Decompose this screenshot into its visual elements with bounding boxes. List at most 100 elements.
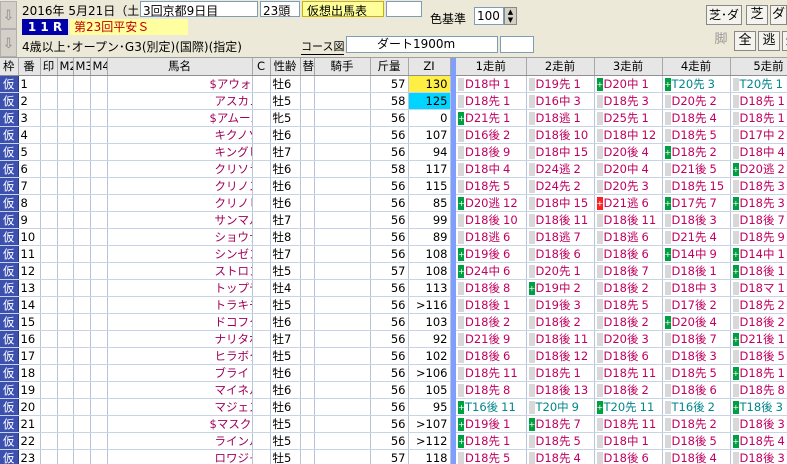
past-race-5[interactable]: D18先 3 — [730, 177, 787, 195]
col-jockey[interactable]: 騎手 — [314, 58, 371, 76]
past-race-4[interactable]: D20先 2 — [662, 92, 731, 110]
horse-name-text[interactable]: $アウォーディー — [110, 77, 252, 91]
waku-cell[interactable]: 仮 — [0, 381, 19, 399]
past-race-2[interactable]: D18後 6 — [526, 245, 595, 263]
past-race-3[interactable]: D18後 6 — [594, 449, 663, 464]
waku-cell[interactable]: 仮 — [0, 75, 19, 93]
turf-dirt-button[interactable]: 芝･ダ — [706, 5, 742, 25]
m2-cell[interactable] — [57, 330, 74, 348]
mark-cell[interactable] — [40, 398, 58, 416]
past-race-1[interactable]: D18中 1 — [456, 75, 527, 93]
past-race-2[interactable]: +D18先 7 — [526, 415, 595, 433]
past-race-3[interactable]: D18後 11 — [594, 211, 663, 229]
past-race-2[interactable]: D24先 2 — [526, 177, 595, 195]
m2-cell[interactable] — [57, 245, 74, 263]
waku-cell[interactable]: 仮 — [0, 109, 19, 127]
m4-cell[interactable] — [90, 92, 108, 110]
past-race-3[interactable]: D20後 3 — [594, 330, 663, 348]
horse-name[interactable]: サンマルデューク — [107, 211, 253, 229]
col-m2[interactable]: M2 — [57, 58, 74, 76]
m2-cell[interactable] — [57, 398, 74, 416]
col-sex[interactable]: 性齢 — [270, 58, 301, 76]
m3-cell[interactable] — [73, 398, 91, 416]
col-past5[interactable]: 5走前 — [730, 58, 787, 76]
col-ban[interactable]: 番 — [18, 58, 41, 76]
m4-cell[interactable] — [90, 330, 108, 348]
past-race-1[interactable]: D18後 6 — [456, 347, 527, 365]
m2-cell[interactable] — [57, 432, 74, 450]
leg-button[interactable]: 脚 — [710, 31, 732, 51]
m3-cell[interactable] — [73, 211, 91, 229]
past-race-4[interactable]: +D18先 2 — [662, 143, 731, 161]
past-race-3[interactable]: D25先 1 — [594, 109, 663, 127]
table-row[interactable]: 仮1$アウォーディー牡657130D18中1D19先1+D20中1+T20先3T… — [0, 75, 787, 93]
table-row[interactable]: 仮21$マスクゾロ牡556>107+D19後1+D18先7D18先11D18先2… — [0, 415, 787, 433]
past-race-1[interactable]: D18先 5 — [456, 177, 527, 195]
col-c[interactable]: C — [252, 58, 271, 76]
past-race-1[interactable]: D18後 2 — [456, 313, 527, 331]
m2-cell[interactable] — [57, 109, 74, 127]
table-row[interactable]: 仮13トップディーヴォ牡456113D18後8+D19中2D18後2D18中3D… — [0, 279, 787, 297]
past-race-4[interactable]: +T20先 3 — [662, 75, 731, 93]
horse-name-text[interactable]: キクノソル — [110, 128, 252, 142]
horse-name[interactable]: クリノスターオー — [107, 177, 253, 195]
m4-cell[interactable] — [90, 381, 108, 399]
table-row[interactable]: 仮6クリソライト牡658117D18中4D24逃2D20中4D21後5+D20逃… — [0, 160, 787, 178]
past-race-4[interactable]: D18後 3 — [662, 347, 731, 365]
horse-name-text[interactable]: ラインルーフ — [110, 434, 252, 448]
waku-cell[interactable]: 仮 — [0, 330, 19, 348]
m2-cell[interactable] — [57, 177, 74, 195]
waku-cell[interactable]: 仮 — [0, 228, 19, 246]
past-race-1[interactable]: D18逃 6 — [456, 228, 527, 246]
mark-cell[interactable] — [40, 109, 58, 127]
m2-cell[interactable] — [57, 262, 74, 280]
past-race-1[interactable]: D16後 2 — [456, 126, 527, 144]
past-race-1[interactable]: D18先 5 — [456, 449, 527, 464]
waku-cell[interactable]: 仮 — [0, 432, 19, 450]
past-race-4[interactable]: D18先 4 — [662, 109, 731, 127]
past-race-1[interactable]: D18先 1 — [456, 92, 527, 110]
past-race-1[interactable]: D18先 11 — [456, 364, 527, 382]
m4-cell[interactable] — [90, 109, 108, 127]
past-race-1[interactable]: D18後 10 — [456, 211, 527, 229]
past-race-1[interactable]: +D21先 1 — [456, 109, 527, 127]
m3-cell[interactable] — [73, 364, 91, 382]
horse-name-text[interactable]: トップディーヴォ — [110, 281, 252, 295]
m2-cell[interactable] — [57, 211, 74, 229]
mark-cell[interactable] — [40, 75, 58, 93]
past-race-4[interactable]: T16後 2 — [662, 398, 731, 416]
past-race-3[interactable]: D18先 5 — [594, 296, 663, 314]
col-past4[interactable]: 4走前 — [662, 58, 731, 76]
horse-name[interactable]: ナリタポセイドン — [107, 330, 253, 348]
table-row[interactable]: 仮2アスカノロマン牡558125D18先1D16中3D18先3D20先2D18先… — [0, 92, 787, 110]
table-row[interactable]: 仮22ラインルーフ牡556>112+D18先1D18先5D18中1D18後5+D… — [0, 432, 787, 450]
past-race-5[interactable]: D17中 2 — [730, 126, 787, 144]
mark-cell[interactable] — [40, 211, 58, 229]
m3-cell[interactable] — [73, 109, 91, 127]
past-race-5[interactable]: D18マ 1 — [730, 279, 787, 297]
past-race-4[interactable]: D18先 5 — [662, 126, 731, 144]
past-race-4[interactable]: +D14中 9 — [662, 245, 731, 263]
m4-cell[interactable] — [90, 143, 108, 161]
horse-name-text[interactable]: ブライトアイディア — [110, 366, 252, 380]
m2-cell[interactable] — [57, 364, 74, 382]
past-race-5[interactable]: +D20逃 2 — [730, 160, 787, 178]
past-race-3[interactable]: D20後 4 — [594, 143, 663, 161]
waku-cell[interactable]: 仮 — [0, 415, 19, 433]
table-row[interactable]: 仮17ヒラボクプリンス牡556102D18後6D18後12D18後6D18後3D… — [0, 347, 787, 365]
past-race-2[interactable]: D18中 15 — [526, 194, 595, 212]
past-race-5[interactable]: +D21後 1 — [730, 330, 787, 348]
past-race-5[interactable]: D18後 7 — [730, 211, 787, 229]
table-row[interactable]: 仮15ドコフクカゼ牡656103D18後2D18後2D18後2+D20後4D18… — [0, 313, 787, 331]
past-race-4[interactable]: D18先 2 — [662, 415, 731, 433]
m4-cell[interactable] — [90, 245, 108, 263]
table-row[interactable]: 仮10ショウナンアポロン牡85689D18逃6D18逃7D18逃6D21先4D1… — [0, 228, 787, 246]
m2-cell[interactable] — [57, 415, 74, 433]
m4-cell[interactable] — [90, 364, 108, 382]
mark-cell[interactable] — [40, 449, 58, 464]
waku-cell[interactable]: 仮 — [0, 296, 19, 314]
mark-cell[interactable] — [40, 177, 58, 195]
horse-name[interactable]: アスカノロマン — [107, 92, 253, 110]
m4-cell[interactable] — [90, 347, 108, 365]
m2-cell[interactable] — [57, 449, 74, 464]
